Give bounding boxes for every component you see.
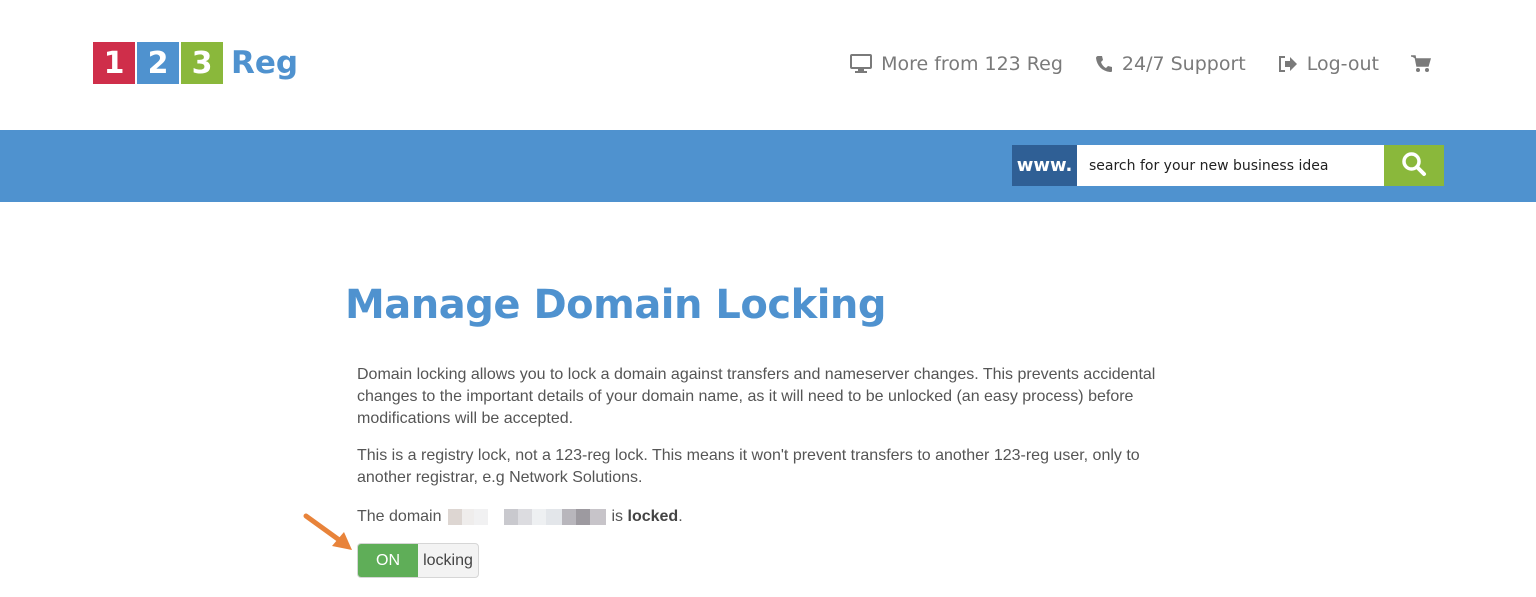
nav-logout[interactable]: Log-out (1278, 53, 1379, 75)
nav-support[interactable]: 24/7 Support (1095, 53, 1246, 75)
status-value: locked (627, 508, 679, 525)
logo-word: Reg (231, 45, 299, 81)
status-suffix: . (678, 508, 683, 525)
nav-more-label: More from 123 Reg (881, 53, 1063, 75)
cart-button[interactable] (1411, 55, 1440, 73)
lock-status: The domain is locked . (357, 506, 683, 528)
status-prefix: The domain (357, 508, 442, 525)
www-prefix: www. (1012, 145, 1077, 186)
search-input[interactable] (1077, 145, 1384, 186)
cart-icon (1411, 55, 1431, 73)
phone-icon (1095, 55, 1113, 73)
logo[interactable]: 1 2 3 Reg (93, 42, 298, 84)
annotation-arrow-icon (303, 513, 352, 550)
nav-support-label: 24/7 Support (1121, 53, 1246, 75)
search-button[interactable] (1384, 145, 1444, 186)
logo-digit-1: 1 (93, 42, 135, 84)
top-nav: More from 123 Reg 24/7 Support Log-out (818, 50, 1440, 78)
page-title: Manage Domain Locking (345, 282, 887, 328)
domain-search: www. (1012, 145, 1444, 186)
description-paragraph-2: This is a registry lock, not a 123-reg l… (357, 447, 1140, 486)
search-icon (1401, 151, 1427, 181)
nav-logout-label: Log-out (1306, 53, 1379, 75)
description-paragraph-1: Domain locking allows you to lock a doma… (357, 366, 1156, 427)
status-middle: is (611, 508, 624, 525)
redacted-domain-name (447, 509, 606, 525)
toggle-label: locking (423, 551, 473, 569)
search-band: www. (0, 130, 1536, 202)
locking-toggle[interactable]: ON locking (357, 543, 479, 578)
monitor-icon (850, 54, 873, 74)
logout-icon (1278, 55, 1298, 73)
toggle-state-on: ON (358, 544, 418, 577)
site-header: 1 2 3 Reg More from 123 Reg 24/7 Support (0, 0, 1536, 130)
logo-digit-2: 2 (137, 42, 179, 84)
logo-digit-3: 3 (181, 42, 223, 84)
nav-more-from-123reg[interactable]: More from 123 Reg (850, 53, 1063, 75)
